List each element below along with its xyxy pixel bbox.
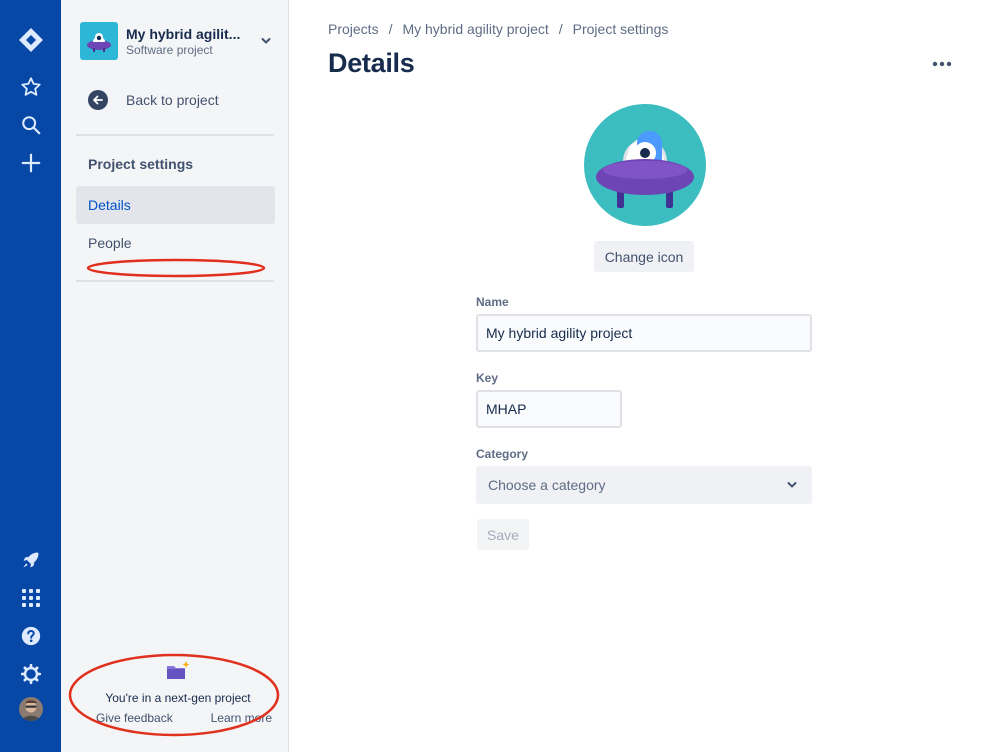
category-select[interactable]: Choose a category bbox=[476, 466, 812, 504]
give-feedback-link[interactable]: Give feedback bbox=[96, 711, 173, 725]
key-label: Key bbox=[476, 371, 499, 385]
user-avatar[interactable] bbox=[19, 697, 43, 721]
sidebar-item-details[interactable]: Details bbox=[76, 186, 275, 224]
next-gen-footer: You're in a next-gen project Give feedba… bbox=[80, 660, 276, 725]
key-field[interactable]: MHAP bbox=[476, 390, 622, 428]
project-sidebar: My hybrid agilit... Software project Bac… bbox=[61, 0, 289, 752]
project-switcher[interactable]: My hybrid agilit... Software project bbox=[80, 21, 280, 61]
page-title: Details bbox=[328, 48, 415, 78]
category-label: Category bbox=[476, 447, 529, 461]
next-gen-text: You're in a next-gen project bbox=[105, 691, 251, 705]
app-switcher-icon[interactable] bbox=[15, 582, 47, 614]
more-actions-button[interactable] bbox=[926, 52, 958, 76]
breadcrumb: Projects / My hybrid agility project / P… bbox=[328, 21, 668, 37]
rocket-icon[interactable] bbox=[15, 544, 47, 576]
sidebar-divider bbox=[76, 134, 274, 136]
gear-icon[interactable] bbox=[15, 658, 47, 690]
search-icon[interactable] bbox=[15, 109, 47, 141]
back-to-project-link[interactable]: Back to project bbox=[88, 88, 219, 112]
sidebar-divider bbox=[76, 280, 274, 282]
name-label: Name bbox=[476, 295, 509, 309]
breadcrumb-project-settings[interactable]: Project settings bbox=[573, 21, 669, 37]
help-icon[interactable] bbox=[15, 620, 47, 652]
global-nav bbox=[0, 0, 61, 752]
breadcrumb-separator: / bbox=[558, 21, 563, 37]
star-icon[interactable] bbox=[15, 71, 47, 103]
project-icon-large bbox=[584, 104, 706, 226]
chevron-down-icon[interactable] bbox=[258, 33, 274, 49]
breadcrumb-separator: / bbox=[388, 21, 393, 37]
breadcrumb-projects[interactable]: Projects bbox=[328, 21, 379, 37]
ellipsis-icon bbox=[932, 61, 952, 67]
change-icon-button[interactable]: Change icon bbox=[594, 241, 694, 272]
back-to-project-label: Back to project bbox=[126, 92, 219, 108]
project-name: My hybrid agilit... bbox=[126, 25, 241, 42]
folder-sparkle-icon bbox=[165, 660, 191, 682]
save-button[interactable]: Save bbox=[477, 519, 529, 550]
sidebar-section-title: Project settings bbox=[88, 156, 194, 172]
category-placeholder: Choose a category bbox=[488, 477, 606, 493]
sidebar-item-people[interactable]: People bbox=[76, 224, 275, 262]
arrow-left-icon bbox=[88, 90, 108, 110]
project-type: Software project bbox=[126, 42, 213, 57]
name-field[interactable]: My hybrid agility project bbox=[476, 314, 812, 352]
plus-icon[interactable] bbox=[15, 147, 47, 179]
project-avatar bbox=[80, 22, 118, 60]
breadcrumb-project[interactable]: My hybrid agility project bbox=[402, 21, 548, 37]
jira-logo-icon[interactable] bbox=[15, 24, 47, 56]
learn-more-link[interactable]: Learn more bbox=[211, 711, 272, 725]
chevron-down-icon bbox=[784, 477, 800, 493]
